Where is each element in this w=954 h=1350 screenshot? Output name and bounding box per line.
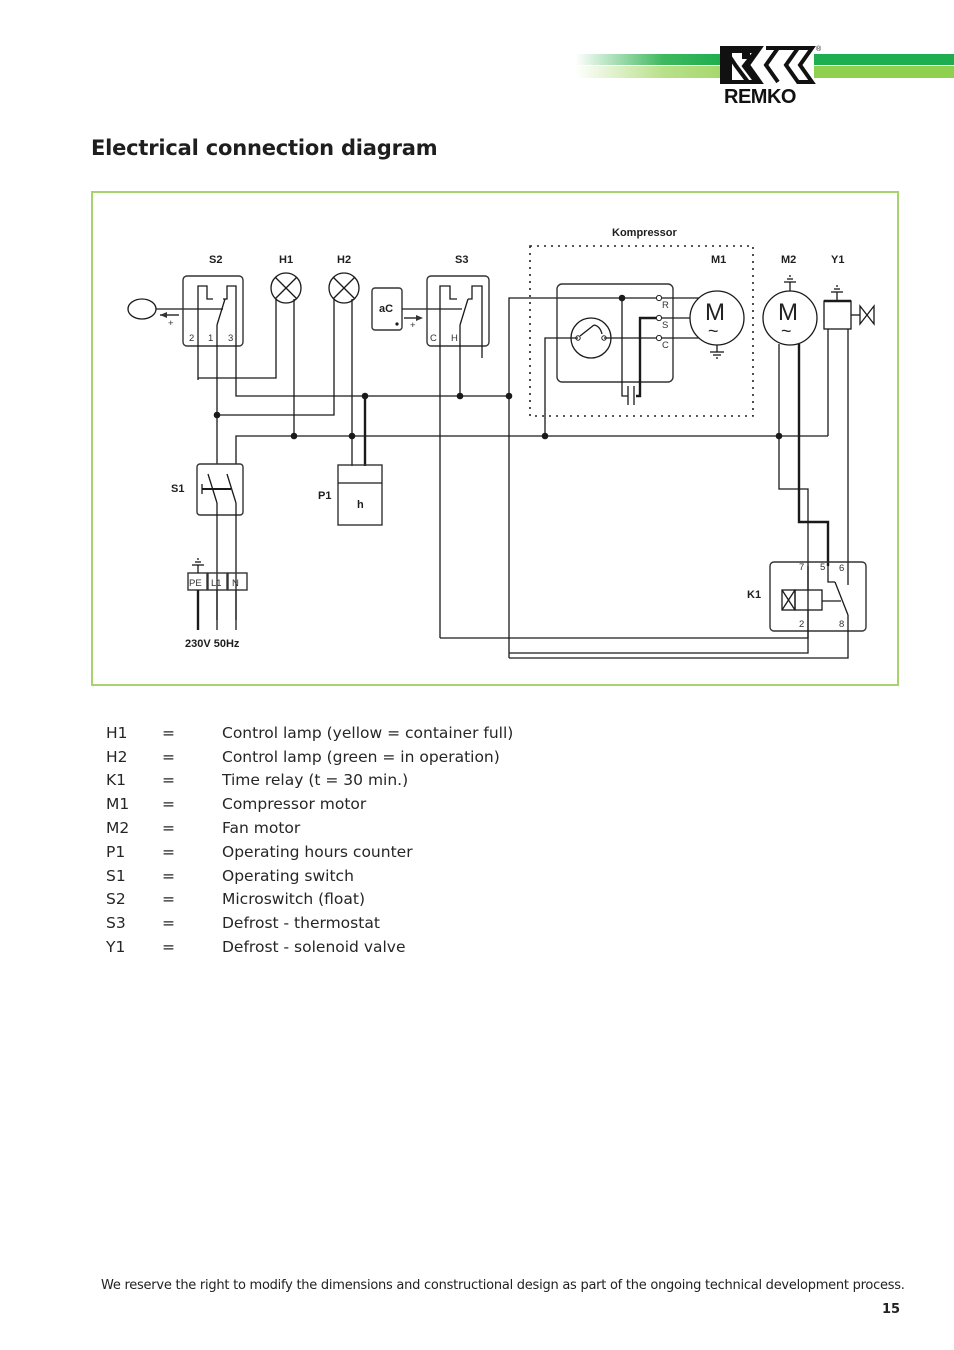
legend-row: M2 = Fan motor [106, 819, 301, 838]
compressor-pin-c: C [662, 340, 669, 351]
junction-dot [213, 411, 221, 419]
label-k1: K1 [747, 589, 761, 601]
s2-pin-2: 2 [189, 333, 194, 344]
label-kompressor: Kompressor [612, 227, 678, 239]
legend-row: K1 = Time relay (t = 30 min.) [106, 771, 409, 790]
terminal-l1: L1 [211, 578, 222, 589]
legend-row: S3 = Defrost - thermostat [106, 914, 380, 933]
terminal-pe: PE [189, 578, 202, 589]
float-icon [127, 298, 157, 320]
legend-row: H2 = Control lamp (green = in operation) [106, 747, 500, 766]
terminal-r [655, 294, 663, 302]
s3-pin-c: C [430, 333, 437, 344]
compressor-pin-r: R [662, 300, 669, 311]
k1-pin-6: 6 [839, 563, 844, 574]
terminal-n: N [232, 578, 239, 589]
compressor-relay-box [556, 283, 674, 383]
compressor-motor-m1-icon: M ~ [689, 290, 745, 346]
ground-icon [192, 558, 204, 573]
junction-dot [505, 392, 513, 400]
ground-icon [710, 345, 724, 359]
s3-pin-h: H [451, 333, 458, 344]
m1-ac-symbol: ~ [708, 321, 719, 341]
label-h1: H1 [279, 254, 293, 266]
thermostat-sensor-ac: aC [371, 287, 403, 331]
legend-row: S2 = Microswitch (float) [106, 890, 366, 909]
terminal-c [655, 334, 663, 342]
label-supply: 230V 50Hz [185, 638, 240, 650]
label-s2: S2 [209, 254, 222, 266]
legend-row: P1 = Operating hours counter [106, 842, 413, 861]
junction-dot [456, 392, 464, 400]
capacitor-icon [621, 298, 635, 405]
legend-row: H1 = Control lamp (yellow = container full… [106, 723, 514, 742]
m2-ac-symbol: ~ [781, 321, 792, 341]
hours-counter-p1: h [337, 464, 383, 526]
ground-icon [831, 285, 843, 301]
label-y1: Y1 [831, 254, 844, 266]
wiring-diagram-frame: S2 H1 H2 S3 Kompressor M1 M2 Y1 S1 P1 K1… [91, 191, 899, 686]
s2-pin-3: 3 [228, 333, 233, 344]
lamp-h1-icon [270, 272, 302, 304]
legend-row: S1 = Operating switch [106, 866, 354, 885]
legend-row: Y1 = Defrost - solenoid valve [106, 938, 406, 957]
terminal-s [655, 314, 663, 322]
label-p1: P1 [318, 490, 331, 502]
label-s3: S3 [455, 254, 468, 266]
legend: H1 = Control lamp (yellow = container full… [106, 721, 513, 959]
defrost-thermostat-s3: C H [426, 275, 490, 638]
k1-pin-2: 2 [799, 619, 804, 630]
ground-icon [784, 275, 796, 291]
label-h: h [357, 499, 364, 511]
k1-pin-8: 8 [839, 619, 844, 630]
fan-motor-m2-icon: M ~ [762, 290, 818, 346]
s2-pin-1: 1 [208, 333, 213, 344]
junction-dot [361, 392, 369, 400]
k1-pin-7: 7 [799, 562, 804, 573]
compressor-pin-s: S [662, 320, 668, 331]
solenoid-valve-y1-icon [823, 299, 875, 330]
compressor-group-outline [529, 245, 754, 417]
time-relay-k1: 7 5 6 2 8 [769, 561, 867, 632]
ac-plus: + [410, 320, 416, 331]
label-m2: M2 [781, 254, 796, 266]
junction-dot [290, 432, 298, 440]
s2-plus: + [168, 318, 174, 329]
legend-row: M1 = Compressor motor [106, 795, 367, 814]
page-number: 15 [882, 1302, 901, 1317]
label-ac: aC [379, 303, 393, 315]
label-s1: S1 [171, 483, 184, 495]
label-m1: M1 [711, 254, 726, 266]
junction-dot [348, 432, 356, 440]
microswitch-s2: 2 1 3 [182, 275, 244, 380]
label-h2: H2 [337, 254, 351, 266]
footer-disclaimer: We reserve the right to modify the dimen… [101, 1278, 905, 1293]
k1-pin-5: 5 [820, 562, 825, 573]
lamp-h2-icon [328, 272, 360, 304]
